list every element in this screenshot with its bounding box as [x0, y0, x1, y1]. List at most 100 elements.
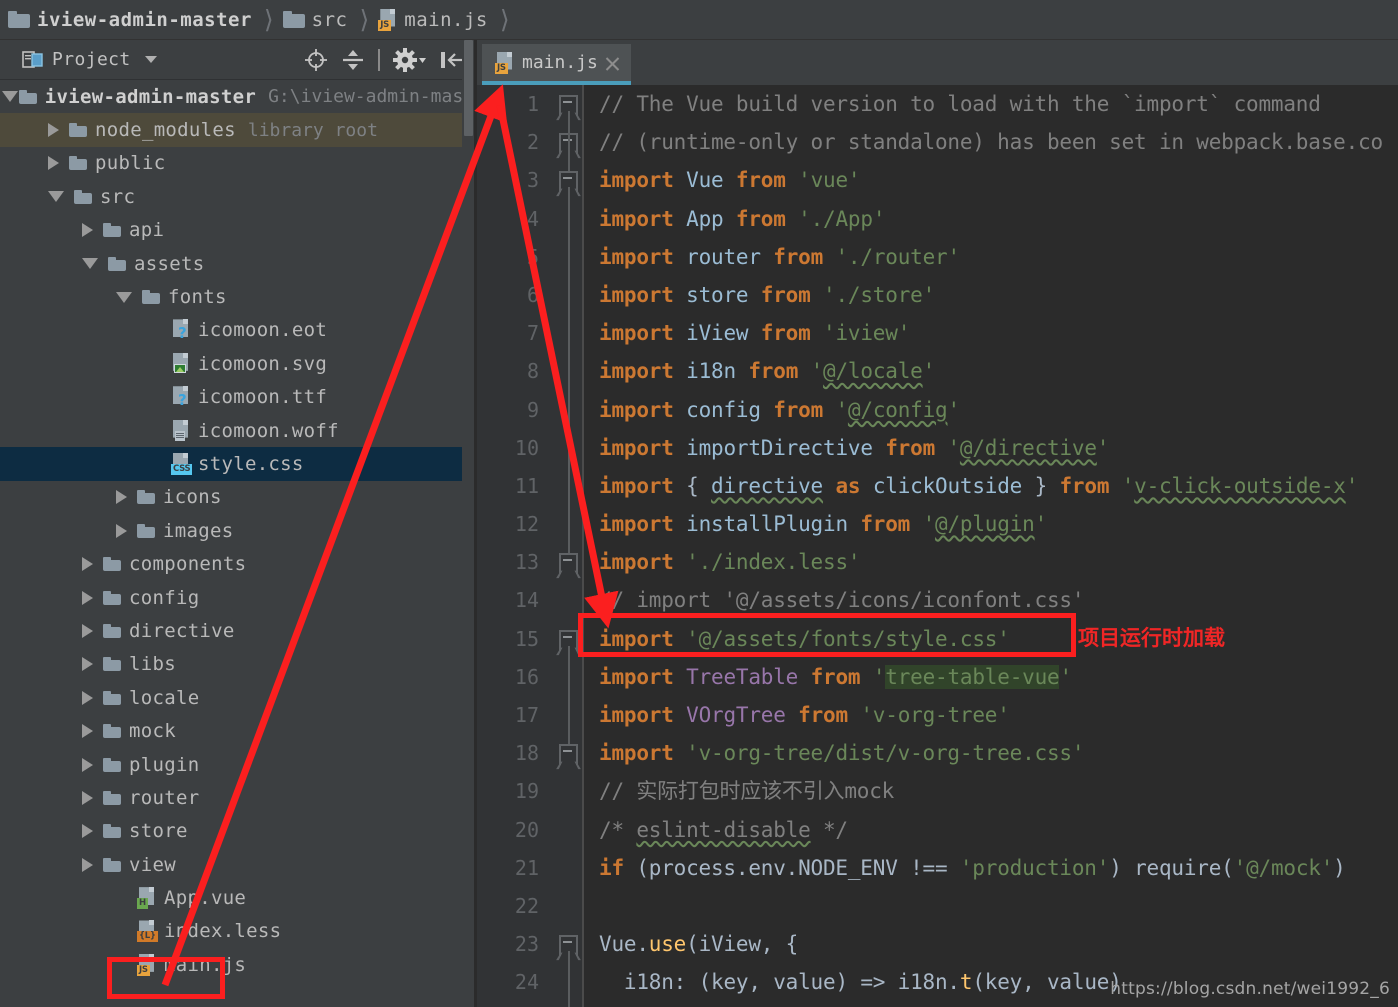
twisty-collapsed-icon[interactable] [82, 757, 93, 772]
twisty-collapsed-icon[interactable] [82, 623, 93, 638]
tree-row-node-modules[interactable]: node_modules library root [0, 113, 474, 147]
code-token: (process.env.NODE_ENV !== [623, 855, 960, 880]
tree-row-public[interactable]: public [0, 147, 474, 180]
twisty-collapsed-icon[interactable] [48, 123, 59, 138]
tree-row-plugin[interactable]: plugin [0, 748, 474, 781]
tree-row-main-js[interactable]: JS main.js [0, 948, 474, 981]
code-line-8[interactable]: 8 import i18n from '@/locale' [477, 352, 1398, 390]
twisty-expanded-icon[interactable] [82, 258, 98, 270]
code-line-19[interactable]: 19 // 实际打包时应该不引入mock [477, 772, 1398, 810]
tab-main-js[interactable]: JS main.js [482, 44, 631, 85]
code-token: import [599, 512, 674, 537]
code-canvas[interactable]: 1 // The Vue build version to load with t… [477, 85, 1398, 1007]
tree-scrollbar[interactable] [462, 40, 474, 967]
code-line-22[interactable]: 22 [477, 887, 1398, 925]
twisty-collapsed-icon[interactable] [82, 857, 93, 872]
tree-row-icomoon-eot[interactable]: ? icomoon.eot [0, 314, 474, 347]
fold-marker-icon[interactable] [559, 553, 578, 575]
css-file-icon: CSS [171, 452, 193, 475]
code-line-7[interactable]: 7 import iView from 'iview' [477, 314, 1398, 352]
tree-row-app-vue[interactable]: H App.vue [0, 881, 474, 914]
twisty-collapsed-icon[interactable] [82, 724, 93, 739]
twisty-collapsed-icon[interactable] [82, 824, 93, 839]
tree-row-store[interactable]: store [0, 815, 474, 848]
twisty-collapsed-icon[interactable] [82, 223, 93, 238]
tree-row-locale[interactable]: locale [0, 681, 474, 714]
tree-row-directive[interactable]: directive [0, 614, 474, 647]
code-line-2[interactable]: 2 // (runtime-only or standalone) has bee… [477, 123, 1398, 161]
code-line-10[interactable]: 10 import importDirective from '@/directi… [477, 429, 1398, 467]
folder-icon [137, 490, 155, 505]
close-icon[interactable] [604, 55, 621, 72]
twisty-expanded-icon[interactable] [1, 91, 18, 103]
tree-row-src[interactable]: src [0, 180, 474, 213]
tree-row-label: router [129, 786, 200, 809]
code-token: './index.less' [686, 550, 861, 575]
tree-row-components[interactable]: components [0, 547, 474, 580]
twisty-collapsed-icon[interactable] [82, 557, 93, 572]
code-token: from [760, 282, 811, 307]
code-line-6[interactable]: 6 import store from './store' [477, 276, 1398, 314]
tree-scrollbar-thumb[interactable] [464, 40, 473, 136]
breadcrumb-item-project[interactable]: iview-admin-master [8, 0, 252, 40]
tree-row-libs[interactable]: libs [0, 648, 474, 681]
twisty-collapsed-icon[interactable] [116, 523, 127, 538]
collapse-all-icon[interactable] [341, 48, 365, 72]
code-line-12[interactable]: 12 import installPlugin from '@/plugin' [477, 505, 1398, 543]
tree-row-view[interactable]: view [0, 848, 474, 881]
tree-row-iview-admin-master[interactable]: iview-admin-master G:\iview-admin-mast [0, 80, 474, 113]
code-line-18[interactable]: 18 import 'v-org-tree/dist/v-org-tree.css… [477, 734, 1398, 772]
code-line-20[interactable]: 20 /* eslint-disable */ [477, 811, 1398, 849]
breadcrumb-separator-icon: ⟩ [359, 5, 370, 34]
twisty-collapsed-icon[interactable] [82, 790, 93, 805]
hide-panel-icon[interactable] [440, 48, 464, 72]
tree-row-assets[interactable]: assets [0, 247, 474, 280]
tree-row-style-css[interactable]: CSS style.css [0, 447, 474, 481]
tree-row-images[interactable]: images [0, 514, 474, 547]
tree-row-mock[interactable]: mock [0, 714, 474, 747]
tree-row-label: App.vue [164, 887, 247, 910]
tree-row-config[interactable]: config [0, 581, 474, 614]
code-line-21[interactable]: 21 if (process.env.NODE_ENV !== 'producti… [477, 849, 1398, 887]
project-file-tree[interactable]: iview-admin-master G:\iview-admin-mast nod… [0, 80, 474, 1007]
locate-icon[interactable] [304, 48, 328, 72]
code-line-16[interactable]: 16 import TreeTable from 'tree-table-vue' [477, 658, 1398, 696]
code-line-13[interactable]: 13 import './index.less' [477, 543, 1398, 581]
code-line-5[interactable]: 5 import router from './router' [477, 238, 1398, 276]
tree-row-icons[interactable]: icons [0, 481, 474, 514]
tree-row-fonts[interactable]: fonts [0, 280, 474, 313]
twisty-collapsed-icon[interactable] [116, 490, 127, 505]
code-line-4[interactable]: 4 import App from './App' [477, 200, 1398, 238]
code-line-1[interactable]: 1 // The Vue build version to load with t… [477, 85, 1398, 123]
chevron-down-icon[interactable] [144, 56, 157, 63]
twisty-expanded-icon[interactable] [116, 291, 132, 303]
twisty-collapsed-icon[interactable] [48, 156, 59, 171]
tree-row-icomoon-woff[interactable]: icomoon.woff [0, 414, 474, 447]
tree-row-icomoon-ttf[interactable]: ? icomoon.ttf [0, 381, 474, 414]
tree-row-api[interactable]: api [0, 214, 474, 247]
tree-row-label: index.less [164, 920, 282, 943]
project-view-selector[interactable]: Project [0, 49, 157, 70]
code-line-17[interactable]: 17 import VOrgTree from 'v-org-tree' [477, 696, 1398, 734]
twisty-collapsed-icon[interactable] [82, 590, 93, 605]
settings-gear-icon[interactable] [393, 48, 427, 72]
code-line-3[interactable]: 3 import Vue from 'vue' [477, 161, 1398, 199]
fold-marker-icon[interactable] [559, 744, 578, 766]
folder-icon [18, 89, 37, 104]
code-line-11[interactable]: 11 import { directive as clickOutside } f… [477, 467, 1398, 505]
breadcrumb-item-src[interactable]: src [282, 0, 348, 40]
tree-row-router[interactable]: router [0, 781, 474, 814]
code-line-23[interactable]: 23 Vue.use(iView, { [477, 925, 1398, 963]
project-panel-toolbar [304, 40, 464, 80]
twisty-expanded-icon[interactable] [48, 191, 64, 203]
code-line-9[interactable]: 9 import config from '@/config' [477, 391, 1398, 429]
twisty-collapsed-icon[interactable] [82, 657, 93, 672]
twisty-collapsed-icon[interactable] [82, 690, 93, 705]
tree-row-icomoon-svg[interactable]: icomoon.svg [0, 347, 474, 380]
tree-row-index-less[interactable]: {L} index.less [0, 915, 474, 948]
breadcrumb-item-file[interactable]: JS main.js [378, 0, 488, 40]
